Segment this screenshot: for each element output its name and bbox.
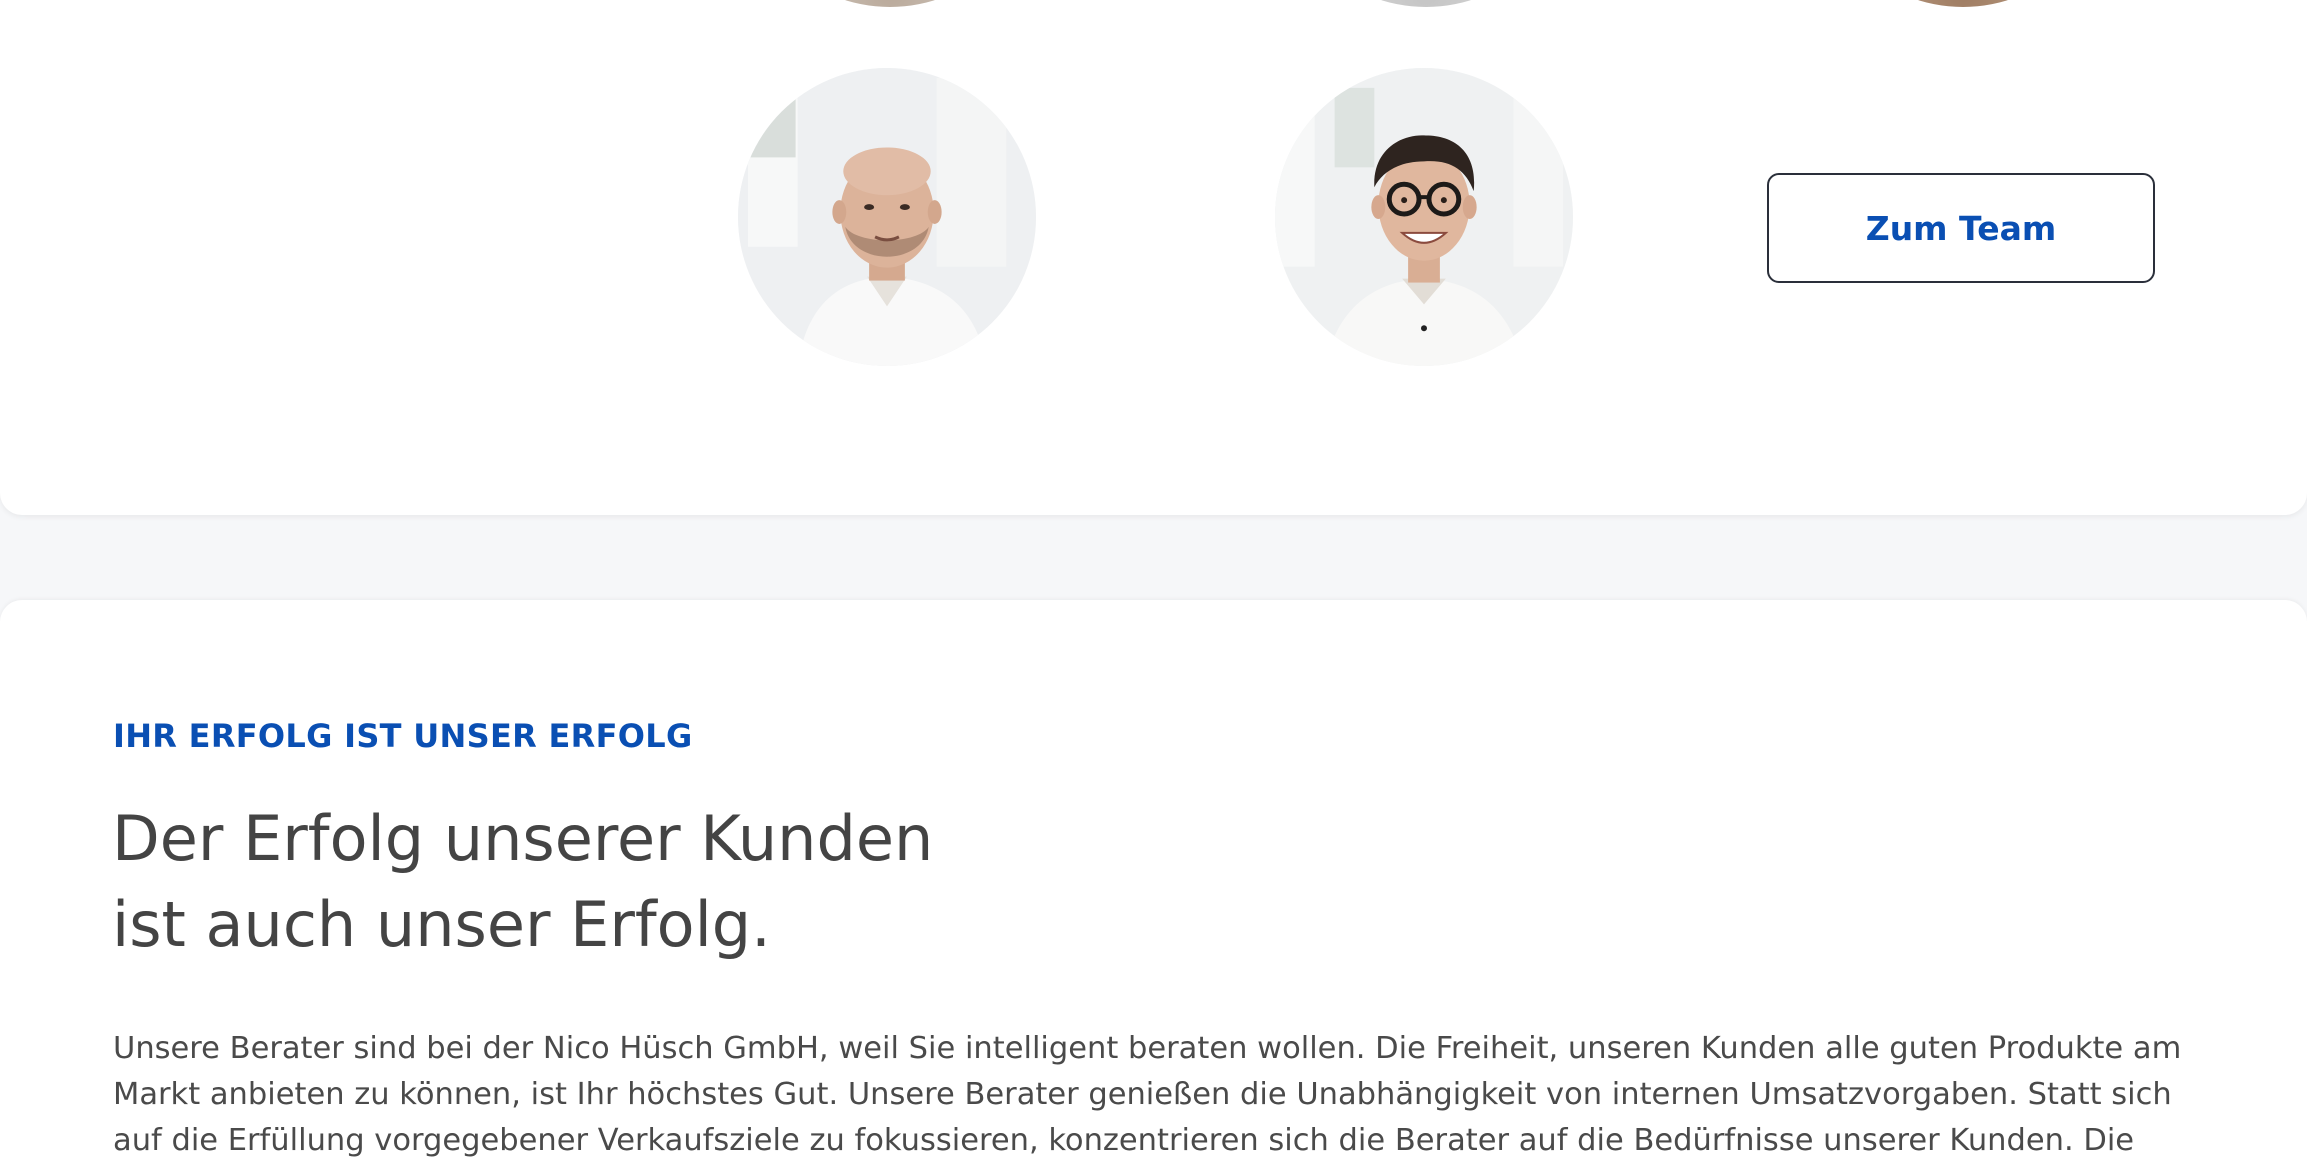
success-section: IHR ERFOLG IST UNSER ERFOLG Der Erfolg u… xyxy=(0,600,2307,1167)
headline-line-2: ist auch unser Erfolg. xyxy=(112,888,771,961)
section-headline: Der Erfolg unserer Kunden ist auch unser… xyxy=(112,796,933,968)
section-body-text: Unsere Berater sind bei der Nico Hüsch G… xyxy=(113,1031,2182,1158)
team-member-avatar xyxy=(741,0,1039,7)
to-team-button[interactable]: Zum Team xyxy=(1767,173,2155,283)
team-member-avatar xyxy=(738,68,1036,366)
team-member-avatar xyxy=(1277,0,1575,7)
page: Zum Team IHR ERFOLG IST UNSER ERFOLG Der… xyxy=(0,0,2307,1167)
section-eyebrow: IHR ERFOLG IST UNSER ERFOLG xyxy=(113,717,693,755)
team-section: Zum Team xyxy=(0,0,2307,515)
team-member-avatar xyxy=(1275,68,1573,366)
team-member-avatar xyxy=(1814,0,2112,7)
headline-line-1: Der Erfolg unserer Kunden xyxy=(112,802,934,875)
